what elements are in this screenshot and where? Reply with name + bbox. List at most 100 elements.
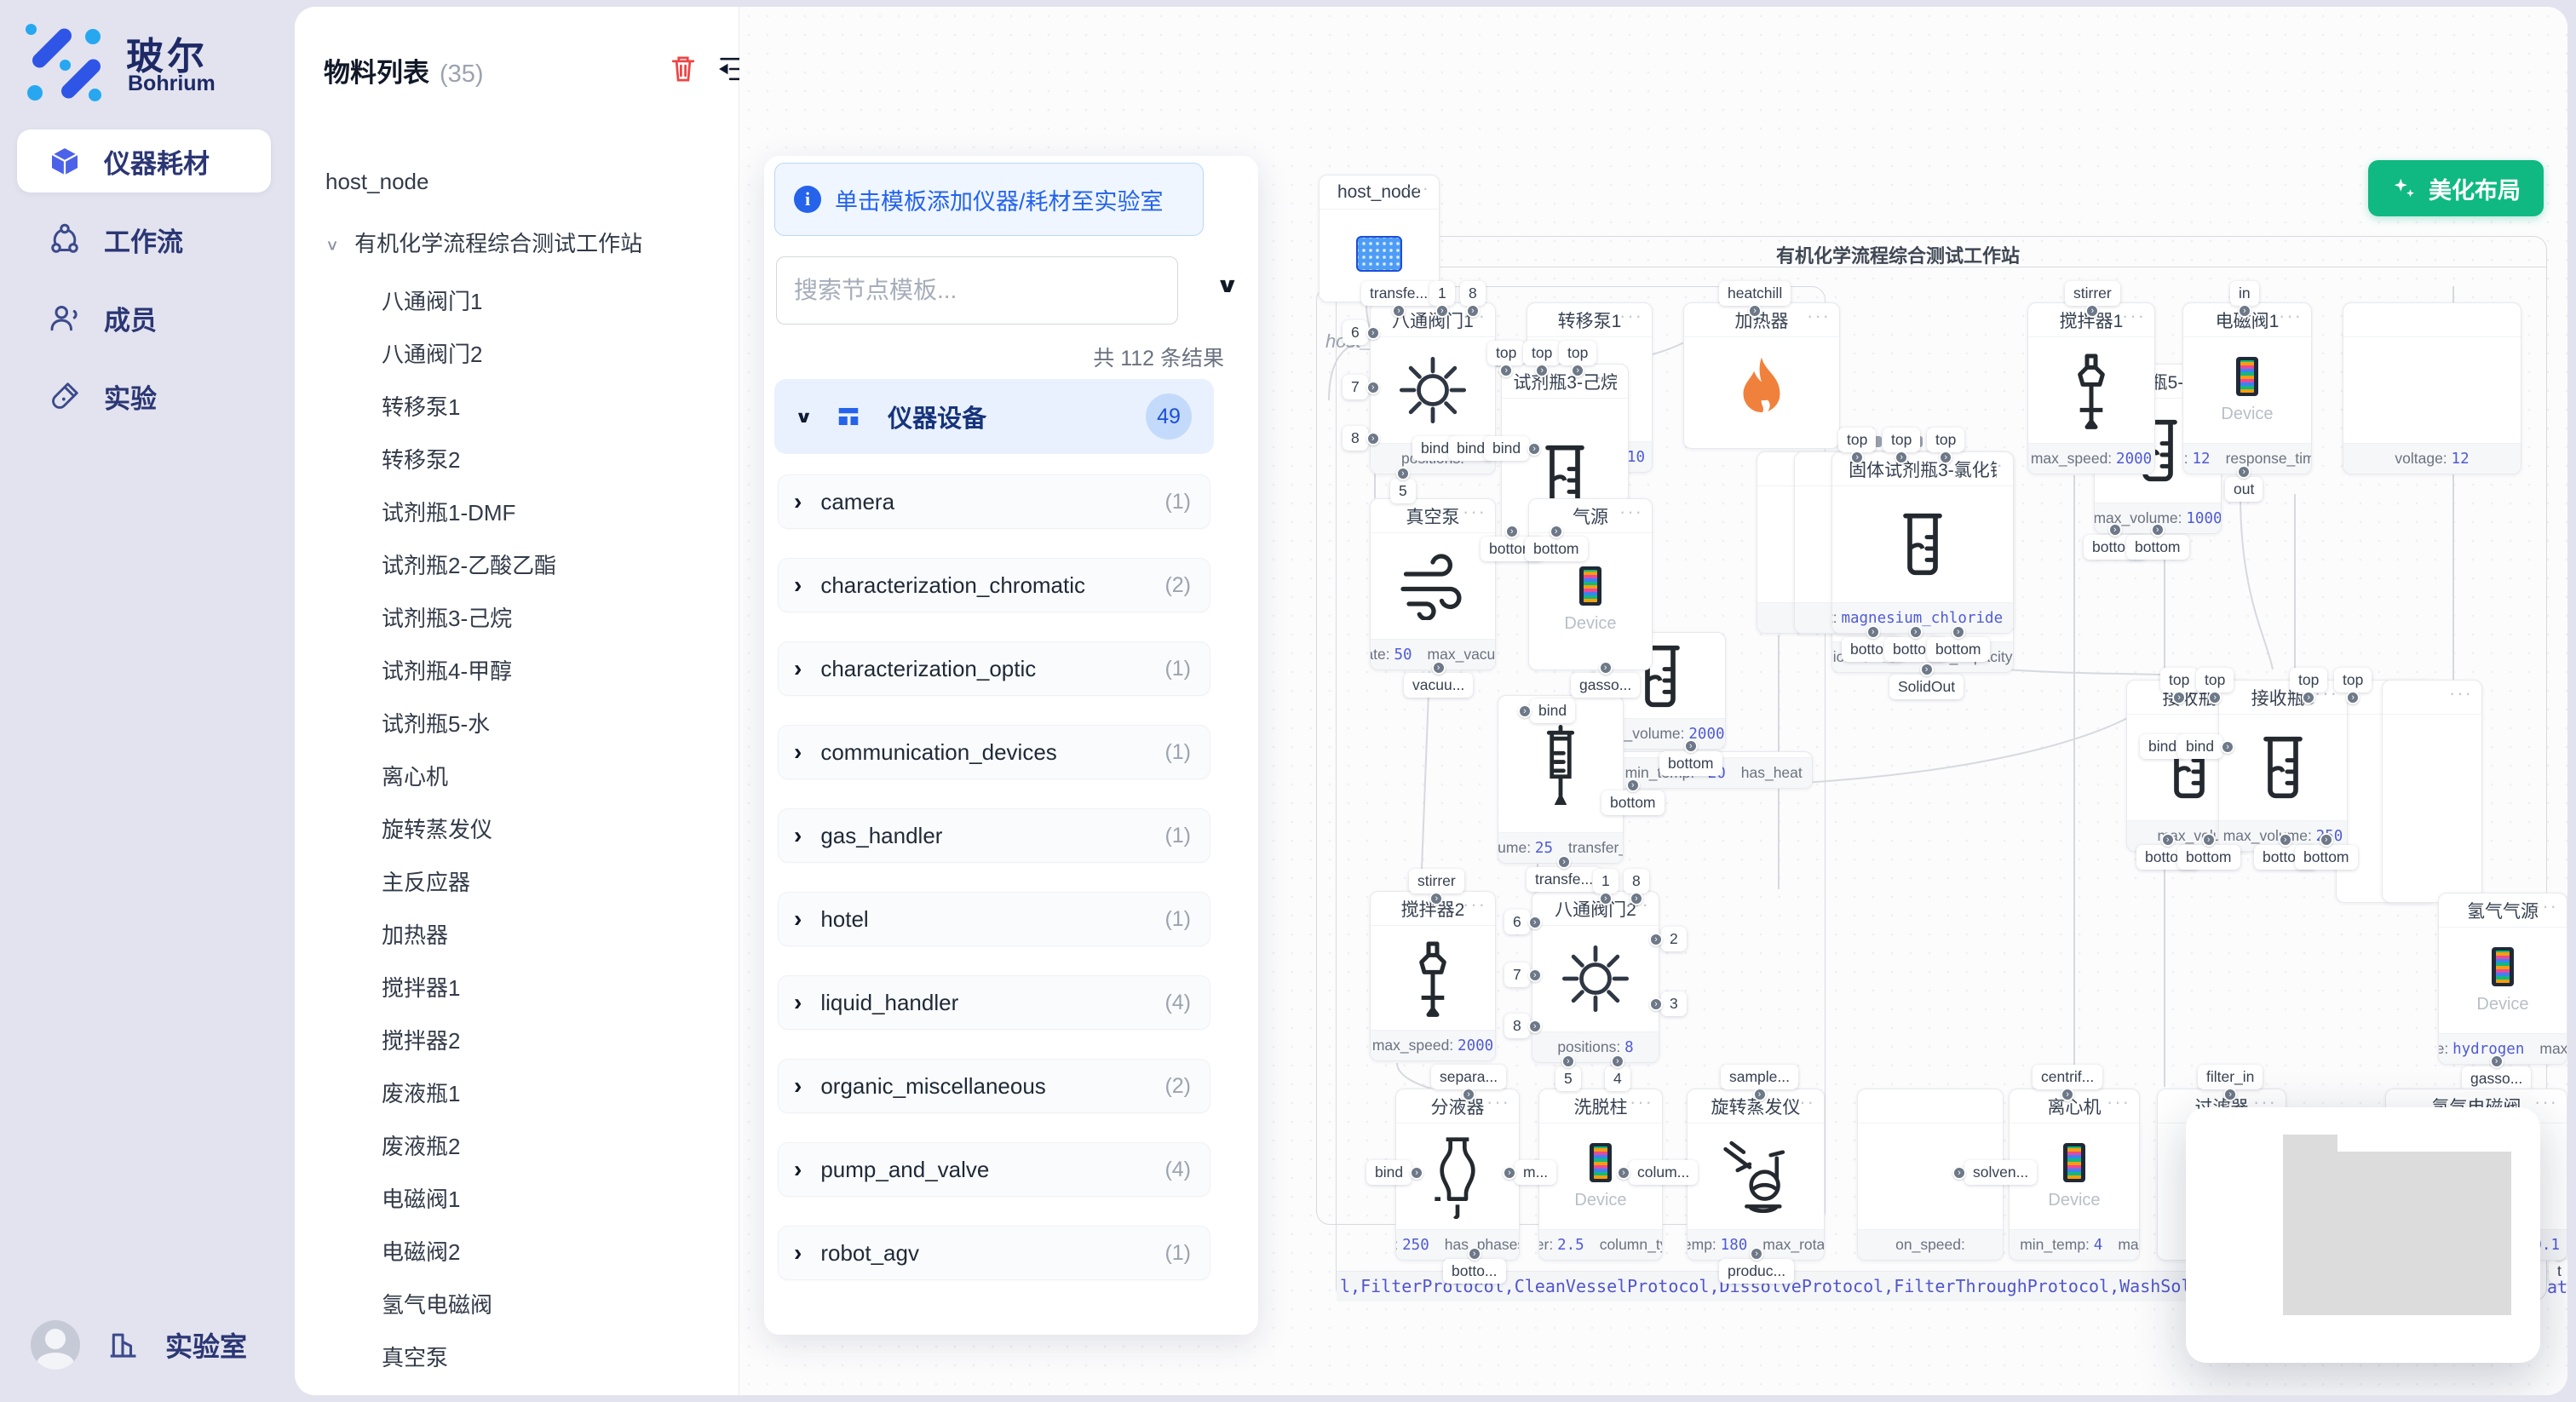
port-dot-icon[interactable]: › bbox=[2490, 1054, 2504, 1068]
node-menu-icon[interactable]: ··· bbox=[2107, 1091, 2130, 1113]
port-3[interactable]: 3› bbox=[1661, 991, 1687, 1016]
port-dot-icon[interactable]: › bbox=[1649, 933, 1663, 946]
tree-item-11[interactable]: 主反应器 bbox=[382, 865, 470, 897]
port-top[interactable]: top› bbox=[1883, 428, 1920, 452]
tree-group[interactable]: ∨有机化学流程综合测试工作站 bbox=[325, 227, 642, 258]
node-固体试剂瓶3-氯化镁[interactable]: 固体试剂瓶3-氯化镁···agent: magnesium_chlorideph… bbox=[1831, 451, 2014, 634]
tree-item-19[interactable]: 氢气电磁阀 bbox=[382, 1288, 492, 1319]
tree-item-8[interactable]: 试剂瓶5-水 bbox=[382, 707, 490, 738]
port-8[interactable]: 8› bbox=[1460, 281, 1486, 306]
node-氢气气源[interactable]: 氢气气源···Device_type: hydrogenmax_pre bbox=[2438, 893, 2567, 1065]
port-bind[interactable]: bind› bbox=[1484, 436, 1529, 461]
port-dot-icon[interactable]: › bbox=[1429, 892, 1443, 905]
node-menu-icon[interactable]: ··· bbox=[2534, 1091, 2558, 1113]
port-bind[interactable]: bind› bbox=[1366, 1160, 1412, 1185]
tree-item-12[interactable]: 加热器 bbox=[382, 918, 448, 950]
tree-item-17[interactable]: 电磁阀1 bbox=[382, 1182, 460, 1214]
port-dot-icon[interactable]: › bbox=[1366, 381, 1380, 394]
port-8[interactable]: 8› bbox=[1504, 1014, 1530, 1038]
port-dot-icon[interactable]: › bbox=[1561, 1054, 1575, 1068]
node-接收瓶3[interactable]: 接收瓶3···max_volume: 250 bbox=[2218, 680, 2348, 852]
port-dot-icon[interactable]: › bbox=[2279, 833, 2292, 847]
port-solven[interactable]: solven...› bbox=[1964, 1160, 2037, 1185]
tree-item-7[interactable]: 试剂瓶4-甲醇 bbox=[382, 654, 512, 686]
template-item-organic_miscellaneous[interactable]: ›organic_miscellaneous(2) bbox=[778, 1059, 1210, 1113]
port-sample[interactable]: sample...› bbox=[1721, 1065, 1798, 1089]
tree-item-14[interactable]: 搅拌器2 bbox=[382, 1024, 460, 1055]
port-bottom[interactable]: bottom› bbox=[2126, 535, 2189, 560]
template-item-characterization_optic[interactable]: ›characterization_optic(1) bbox=[778, 641, 1210, 696]
sidebar-item-0[interactable]: 仪器耗材 bbox=[17, 129, 271, 192]
port-dot-icon[interactable]: › bbox=[2108, 523, 2122, 537]
port-dot-icon[interactable]: › bbox=[2172, 691, 2186, 704]
category-instruments[interactable]: ∨ 仪器设备 49 bbox=[774, 379, 1214, 454]
port-dot-icon[interactable]: › bbox=[2161, 833, 2175, 847]
port-botto[interactable]: botto...› bbox=[1443, 1259, 1506, 1284]
port-dot-icon[interactable]: › bbox=[1396, 467, 1410, 480]
port-4[interactable]: 4› bbox=[1605, 1066, 1630, 1091]
sidebar-item-2[interactable]: 成员 bbox=[17, 286, 271, 349]
tree-item-2[interactable]: 转移泵1 bbox=[382, 390, 460, 422]
tree-item-1[interactable]: 八通阀门2 bbox=[382, 337, 482, 369]
port-dot-icon[interactable]: › bbox=[1748, 304, 1762, 318]
tree-item-15[interactable]: 废液瓶1 bbox=[382, 1077, 460, 1108]
port-dot-icon[interactable]: › bbox=[1571, 364, 1584, 377]
port-transfe[interactable]: transfe...› bbox=[1527, 867, 1601, 892]
template-item-robot_agv[interactable]: ›robot_agv(1) bbox=[778, 1226, 1210, 1280]
avatar[interactable] bbox=[31, 1320, 80, 1370]
port-dot-icon[interactable]: › bbox=[1527, 442, 1541, 456]
port-dot-icon[interactable]: › bbox=[1684, 739, 1698, 753]
tree-item-16[interactable]: 废液瓶2 bbox=[382, 1129, 460, 1161]
node-card-12[interactable]: voltage: 12 bbox=[2343, 302, 2521, 474]
node-menu-icon[interactable]: ··· bbox=[1981, 454, 2004, 476]
port-top[interactable]: top› bbox=[2290, 668, 2327, 692]
template-item-communication_devices[interactable]: ›communication_devices(1) bbox=[778, 725, 1210, 779]
node-menu-icon[interactable]: ··· bbox=[2279, 305, 2303, 327]
template-item-hotel[interactable]: ›hotel(1) bbox=[778, 892, 1210, 946]
port-dot-icon[interactable]: › bbox=[1599, 661, 1613, 675]
port-dot-icon[interactable]: › bbox=[1366, 432, 1380, 445]
node-搅拌器2[interactable]: 搅拌器2···max_speed: 2000 bbox=[1370, 891, 1496, 1061]
port-top[interactable]: top› bbox=[1523, 341, 1561, 365]
sidebar-item-3[interactable]: 实验 bbox=[17, 365, 271, 428]
chevron-down-icon[interactable]: ∨ bbox=[1216, 273, 1239, 298]
beautify-layout-button[interactable]: 美化布局 bbox=[2368, 160, 2544, 216]
port-7[interactable]: 7› bbox=[1343, 375, 1368, 399]
port-dot-icon[interactable]: › bbox=[1753, 1088, 1767, 1101]
port-dot-icon[interactable]: › bbox=[1599, 892, 1613, 905]
port-vacuu[interactable]: vacuu...› bbox=[1404, 673, 1473, 698]
node-card-21[interactable]: ··· bbox=[2382, 680, 2482, 903]
template-item-gas_handler[interactable]: ›gas_handler(1) bbox=[778, 808, 1210, 863]
port-dot-icon[interactable]: › bbox=[1499, 364, 1513, 377]
port-dot-icon[interactable]: › bbox=[1557, 855, 1571, 869]
node-menu-icon[interactable]: ··· bbox=[1791, 1091, 1815, 1113]
node-气源[interactable]: 气源···Device bbox=[1528, 498, 1653, 670]
port-bind[interactable]: bind› bbox=[2177, 734, 2222, 759]
tree-item-0[interactable]: 八通阀门1 bbox=[382, 284, 482, 316]
port-dot-icon[interactable]: › bbox=[1626, 779, 1640, 792]
tree-item-6[interactable]: 试剂瓶3-己烷 bbox=[382, 601, 512, 633]
tree-item-13[interactable]: 搅拌器1 bbox=[382, 971, 460, 1003]
tree-item-4[interactable]: 试剂瓶1-DMF bbox=[382, 496, 515, 527]
port-dot-icon[interactable]: › bbox=[2221, 740, 2234, 754]
port-8[interactable]: 8› bbox=[1343, 426, 1368, 451]
port-bottom[interactable]: bottom› bbox=[1601, 790, 1665, 815]
node-真空泵[interactable]: 真空泵···pump_rate: 50max_vacuum: 0.1 bbox=[1370, 498, 1496, 670]
port-dot-icon[interactable]: › bbox=[2061, 1088, 2074, 1101]
tree-root[interactable]: host_node bbox=[325, 169, 428, 195]
node-menu-icon[interactable]: ··· bbox=[1406, 177, 1430, 199]
port-stirrer[interactable]: stirrer› bbox=[2065, 281, 2120, 306]
port-dot-icon[interactable]: › bbox=[1952, 1166, 1966, 1180]
port-transfe[interactable]: transfe...› bbox=[1361, 281, 1436, 306]
port-top[interactable]: top› bbox=[2160, 668, 2198, 692]
port-dot-icon[interactable]: › bbox=[1366, 326, 1380, 340]
port-filter_in[interactable]: filter_in› bbox=[2198, 1065, 2263, 1089]
port-in[interactable]: in› bbox=[2230, 281, 2259, 306]
port-out[interactable]: out› bbox=[2225, 477, 2263, 502]
tree-item-18[interactable]: 电磁阀2 bbox=[382, 1235, 460, 1267]
port-dot-icon[interactable]: › bbox=[1550, 525, 1563, 538]
port-dot-icon[interactable]: › bbox=[1895, 451, 1908, 464]
template-item-liquid_handler[interactable]: ›liquid_handler(4) bbox=[778, 975, 1210, 1030]
node-menu-icon[interactable]: ··· bbox=[1619, 305, 1643, 327]
port-dot-icon[interactable]: › bbox=[1392, 304, 1406, 318]
